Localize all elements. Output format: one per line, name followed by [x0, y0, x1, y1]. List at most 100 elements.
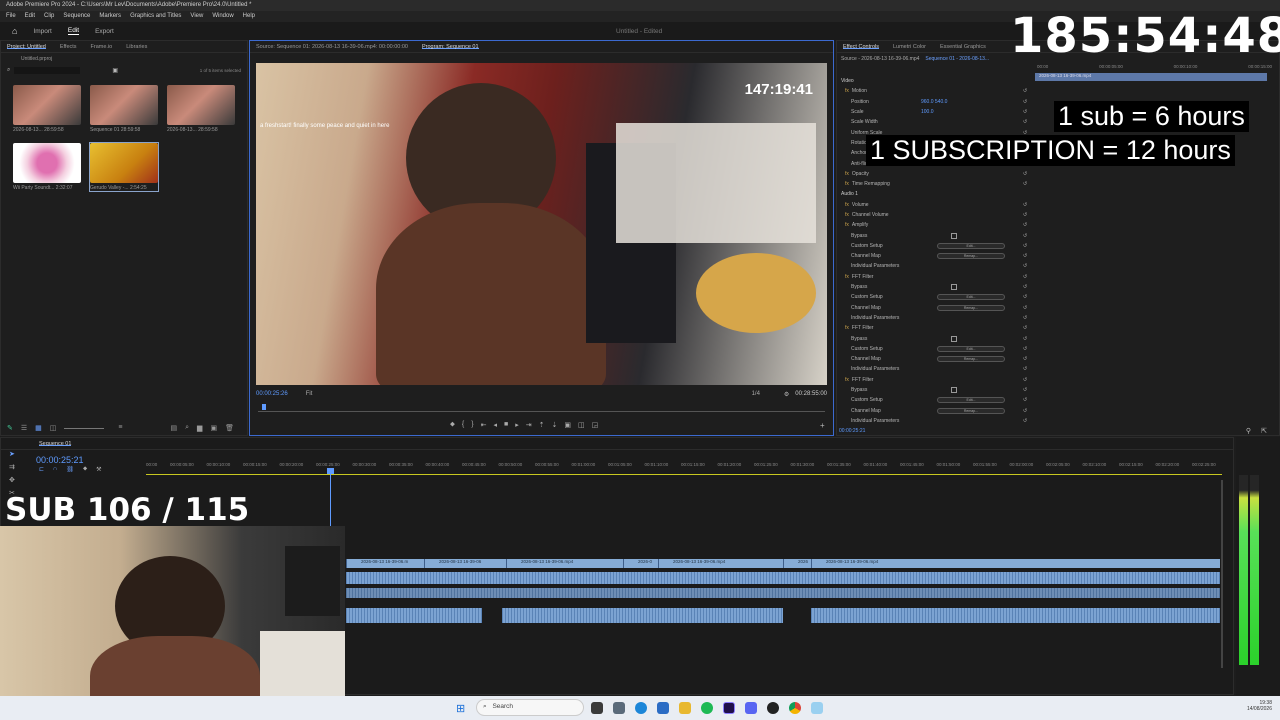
tab-essential-graphics[interactable]: Essential Graphics — [940, 44, 986, 50]
effect-row[interactable]: Bypass ↺ — [837, 230, 1037, 240]
effect-button[interactable]: Edit... — [937, 242, 1005, 249]
zoom-slider[interactable] — [64, 428, 105, 429]
home-icon[interactable]: ⌂ — [12, 26, 17, 36]
lift-icon[interactable]: ⇡ — [539, 421, 545, 429]
reset-icon[interactable]: ↺ — [1023, 202, 1027, 208]
list-view-icon[interactable]: ☰ — [21, 424, 27, 432]
effect-value[interactable]: 100.0 — [921, 109, 934, 115]
reset-icon[interactable]: ↺ — [1023, 305, 1027, 311]
timeline-clip[interactable]: 2026-0 — [623, 559, 658, 568]
reset-icon[interactable]: ↺ — [1023, 387, 1027, 393]
reset-icon[interactable]: ↺ — [1023, 119, 1027, 125]
timeline-clip[interactable]: 2026-08-13 16-39-06.mp4 — [658, 559, 783, 568]
safe-margins-icon[interactable]: ◲ — [592, 421, 599, 429]
reset-icon[interactable]: ↺ — [1023, 284, 1027, 290]
selection-tool-icon[interactable]: ➤ — [9, 450, 15, 458]
fx-badge-icon[interactable]: fx — [845, 181, 849, 187]
icon-view-icon[interactable]: ▦ — [35, 424, 42, 432]
taskbar-search[interactable]: ⌕ Search — [476, 699, 584, 716]
effect-row[interactable]: fx FFT Filter ↺ — [837, 375, 1037, 385]
fit-select[interactable]: Fit — [306, 391, 313, 397]
effect-row[interactable]: Individual Parameters ↺ — [837, 416, 1037, 426]
reset-icon[interactable]: ↺ — [1023, 253, 1027, 259]
chrome-icon[interactable] — [789, 702, 801, 714]
reset-icon[interactable]: ↺ — [1023, 408, 1027, 414]
timeline-timecode[interactable]: 00:00:25:21 — [36, 455, 84, 465]
premiere-icon[interactable] — [723, 702, 735, 714]
effect-row[interactable]: Video — [837, 76, 1037, 86]
go-to-in-icon[interactable]: ⇤ — [481, 421, 487, 429]
tab-effects[interactable]: Effects — [60, 44, 77, 50]
timeline-clip[interactable]: 2026 — [783, 559, 811, 568]
system-clock[interactable]: 19:38 14/08/2026 — [1247, 700, 1272, 712]
tab-edit[interactable]: Edit — [67, 27, 80, 35]
menu-item[interactable]: Markers — [99, 13, 121, 20]
reset-icon[interactable]: ↺ — [1023, 336, 1027, 342]
step-back-icon[interactable]: ◂ — [493, 421, 497, 429]
tab-program[interactable]: Program: Sequence 01 — [421, 44, 479, 50]
wrench-icon[interactable]: ⚙ — [784, 391, 789, 398]
tab-project[interactable]: Project: Untitled — [7, 44, 46, 50]
reset-icon[interactable]: ↺ — [1023, 294, 1027, 300]
freeform-view-icon[interactable]: ◫ — [50, 424, 57, 432]
tab-libraries[interactable]: Libraries — [126, 44, 147, 50]
effect-row[interactable]: Custom Setup Edit... ↺ — [837, 241, 1037, 251]
reset-icon[interactable]: ↺ — [1023, 346, 1027, 352]
search-icon[interactable]: ⌕ — [7, 67, 10, 74]
menu-item[interactable]: Help — [243, 13, 255, 20]
quality-select[interactable]: 1/4 — [752, 391, 760, 397]
tab-import[interactable]: Import — [33, 28, 51, 35]
store-icon[interactable] — [657, 702, 669, 714]
project-search-input[interactable] — [14, 66, 81, 74]
effect-button[interactable]: Remap... — [937, 356, 1005, 363]
reset-icon[interactable]: ↺ — [1023, 418, 1027, 424]
effect-button[interactable]: Edit... — [937, 345, 1005, 352]
task-view-icon[interactable] — [591, 702, 603, 714]
monitor-scrubber[interactable] — [258, 404, 825, 412]
pen-icon[interactable]: ✎ — [7, 424, 13, 432]
audio-track-3b[interactable] — [502, 608, 783, 623]
effect-row[interactable]: Bypass ↺ — [837, 282, 1037, 292]
bypass-checkbox[interactable] — [951, 232, 957, 239]
effect-row[interactable]: fx Amplify ↺ — [837, 220, 1037, 230]
automate-icon[interactable]: ▤ — [171, 424, 178, 432]
reset-icon[interactable]: ↺ — [1023, 181, 1027, 187]
reset-icon[interactable]: ↺ — [1023, 356, 1027, 362]
effect-button[interactable]: Remap... — [937, 304, 1005, 311]
timeline-clip[interactable]: 2026-08-13 16-39-06 — [424, 559, 506, 568]
new-item-icon[interactable]: ▣ — [210, 424, 217, 432]
effect-row[interactable]: fx FFT Filter ↺ — [837, 272, 1037, 282]
reset-icon[interactable]: ↺ — [1023, 377, 1027, 383]
effect-button[interactable]: Remap... — [937, 407, 1005, 414]
effect-row[interactable]: fx FFT Filter ↺ — [837, 323, 1037, 333]
tab-frameio[interactable]: Frame.io — [91, 44, 113, 50]
reset-icon[interactable]: ↺ — [1023, 88, 1027, 94]
menu-item[interactable]: Sequence — [63, 13, 90, 20]
add-button-icon[interactable]: + — [820, 421, 825, 430]
start-icon[interactable]: ⊞ — [456, 702, 465, 715]
timeline-clip[interactable]: 2026-08-13 16-39-06.m — [346, 559, 424, 568]
effect-source[interactable]: Source - 2026-08-13 16-39-06.mp4 — [841, 56, 919, 62]
fx-badge-icon[interactable]: fx — [845, 212, 849, 218]
menu-item[interactable]: Window — [212, 13, 233, 20]
fx-badge-icon[interactable]: fx — [845, 171, 849, 177]
timeline-ruler[interactable]: 00:00 00:00:05:00 00:00:10:00 00:00:15:00 00… — [146, 462, 1216, 467]
sort-icon[interactable]: ≡ — [118, 424, 122, 432]
file-explorer-icon[interactable] — [679, 702, 691, 714]
effect-row[interactable]: fx Opacity ↺ — [837, 169, 1037, 179]
menu-item[interactable]: Graphics and Titles — [130, 13, 181, 20]
marker-icon[interactable]: ⬥ — [450, 421, 455, 429]
reset-icon[interactable]: ↺ — [1023, 222, 1027, 228]
reset-icon[interactable]: ↺ — [1023, 233, 1027, 239]
reset-icon[interactable]: ↺ — [1023, 274, 1027, 280]
effect-row[interactable]: fx Motion ↺ — [837, 86, 1037, 96]
fx-badge-icon[interactable]: fx — [845, 88, 849, 94]
tab-effect-controls[interactable]: Effect Controls — [843, 44, 879, 50]
go-to-out-icon[interactable]: ⇥ — [526, 421, 532, 429]
timeline-clip[interactable]: 2026-08-13 16-39-06.mp4 — [811, 559, 1220, 568]
project-item[interactable]: Wii Party Soundt... 2:32:07 — [13, 143, 81, 191]
tab-export[interactable]: Export — [95, 28, 114, 35]
ripple-edit-icon[interactable]: ✥ — [9, 476, 15, 484]
program-video-frame[interactable]: 147:19:41 a freshstart! finally some pea… — [256, 63, 827, 385]
compare-icon[interactable]: ◫ — [578, 421, 585, 429]
